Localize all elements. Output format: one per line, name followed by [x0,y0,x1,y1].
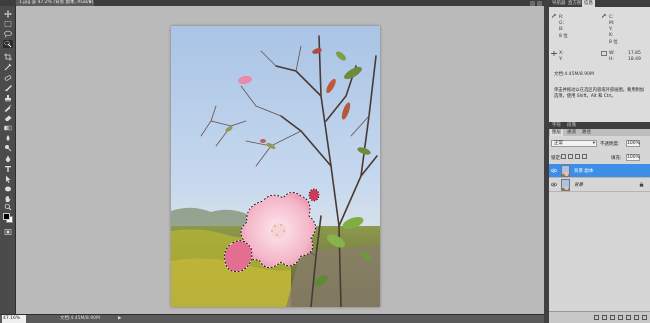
lasso-tool-icon[interactable] [3,30,13,38]
layer-thumbnail [561,179,570,191]
gradient-tool-icon[interactable] [3,124,13,132]
layers-panel: 正常 ▾ 不透明度: 100% 锁定: 填充: 100% 背景 副本 背景 [549,136,650,311]
tab-channels[interactable]: 通道 [565,129,578,136]
info-b-label: B: [559,27,564,32]
layer-name: 背景 副本 [574,169,594,174]
info-h-label: H: [609,57,614,62]
info-w-label: W: [609,51,615,56]
flower-photo [171,26,380,307]
history-brush-icon[interactable] [3,104,13,112]
eyedropper-readout-icon [551,13,557,18]
tab-paths[interactable]: 路径 [580,129,593,136]
lock-options [561,154,587,159]
dodge-tool-icon[interactable] [3,144,13,152]
layer-thumbnail [561,165,570,177]
document-size-info: 文档:4.45M/8.90M [60,316,100,321]
cmyk-readout-icon [601,13,607,18]
blend-mode-value: 正常 [554,141,563,146]
lock-pixels-icon[interactable] [568,154,573,159]
document-image[interactable] [171,26,380,307]
lock-all-icon[interactable] [582,154,587,159]
info-panel: R: G: B: 8 位 C: M: Y: K: 8 位 X: Y: W: H:… [549,7,650,122]
chevron-down-icon: ▾ [592,141,595,146]
photoshop-window: 1.jpg @ 47.2% (背景 副本, RGB/8) * × [0,0,650,323]
right-panel-dock: 导航器 直方图 信息 R: G: B: 8 位 C: M: Y: K: 8 位 … [549,0,650,323]
zoom-tool-icon[interactable] [3,203,13,211]
marquee-tool-icon[interactable] [3,20,13,28]
info-y-pos-label: Y: [559,57,563,62]
eyedropper-tool-icon[interactable] [3,63,13,71]
opacity-label: 不透明度: [600,142,620,147]
move-tool-icon[interactable] [3,10,13,18]
shape-tool-icon[interactable] [3,185,13,193]
info-y-label: Y: [609,27,613,32]
info-r-label: R: [559,15,564,20]
info-doc-size: 文档:4.45M/8.90M [554,72,594,77]
foreground-color-swatch[interactable] [3,213,10,220]
tab-character[interactable]: 字符 [550,122,563,129]
lock-position-icon[interactable] [575,154,580,159]
info-w-value: 17.85 [628,51,641,56]
layer-style-icon[interactable] [602,315,607,320]
new-group-icon[interactable] [626,315,631,320]
info-x-label: X: [559,51,564,56]
character-panel-tabs: 字符 段落 [549,122,650,129]
adjustment-layer-icon[interactable] [618,315,623,320]
fill-field[interactable]: 100% [626,154,640,161]
info-m-label: M: [609,21,615,26]
canvas-area[interactable] [16,6,544,314]
tab-info[interactable]: 信息 [582,0,595,7]
hand-tool-icon[interactable] [3,195,13,203]
layer-row-background-copy[interactable]: 背景 副本 [549,164,650,178]
blur-tool-icon[interactable] [3,134,13,142]
info-bitdepth-left: 8 位 [559,34,568,39]
visibility-eye-icon[interactable] [551,182,557,187]
tab-paragraph[interactable]: 段落 [565,122,578,129]
visibility-eye-icon[interactable] [551,168,557,173]
layers-panel-tabs: 图层 通道 路径 [549,129,650,136]
status-bar: 47.16% 文档:4.45M/8.90M ▶ [0,314,544,323]
info-c-label: C: [609,15,614,20]
crop-tool-icon[interactable] [3,53,13,61]
type-tool-icon[interactable] [3,165,13,173]
fill-label: 填充: [611,156,622,161]
info-h-value: 18.49 [628,57,641,62]
info-g-label: G: [559,21,565,26]
crosshair-icon [551,51,557,56]
link-layers-icon[interactable] [594,315,599,320]
lock-icon [639,182,644,187]
lock-transparency-icon[interactable] [561,154,566,159]
delete-layer-icon[interactable] [642,315,647,320]
path-select-icon[interactable] [3,175,13,183]
layer-name: 背景 [574,183,583,188]
selection-size-icon [601,51,607,56]
info-k-label: K: [609,33,614,38]
tab-histogram[interactable]: 直方图 [566,0,584,7]
blend-mode-select[interactable]: 正常 ▾ [551,140,597,147]
info-bitdepth-right: 8 位 [609,40,618,45]
layer-row-background[interactable]: 背景 [549,178,650,192]
brush-tool-icon[interactable] [3,84,13,92]
layers-panel-footer [549,311,650,323]
info-panel-tabs: 导航器 直方图 信息 [549,0,650,7]
tab-navigator[interactable]: 导航器 [550,0,568,7]
tools-panel [0,6,16,314]
minimize-icon[interactable] [530,0,535,6]
pen-tool-icon[interactable] [3,155,13,163]
healing-brush-icon[interactable] [3,74,13,82]
quick-select-tool-icon[interactable] [3,40,13,48]
tab-layers[interactable]: 图层 [550,129,563,136]
maximize-icon[interactable] [537,0,542,6]
eraser-tool-icon[interactable] [3,114,13,122]
clone-stamp-icon[interactable] [3,94,13,102]
new-layer-icon[interactable] [634,315,639,320]
zoom-level-field[interactable]: 47.16% [2,315,26,323]
opacity-field[interactable]: 100% [626,140,640,147]
tool-hint-text: 单击并拖动以在选区内容或外部画图。要用附加选项，使用 Shift，Alt 和 C… [554,88,645,99]
add-mask-icon[interactable] [610,315,615,320]
quick-mask-icon[interactable] [3,228,13,236]
lock-label: 锁定: [551,156,562,161]
status-menu-arrow-icon[interactable]: ▶ [118,315,121,323]
